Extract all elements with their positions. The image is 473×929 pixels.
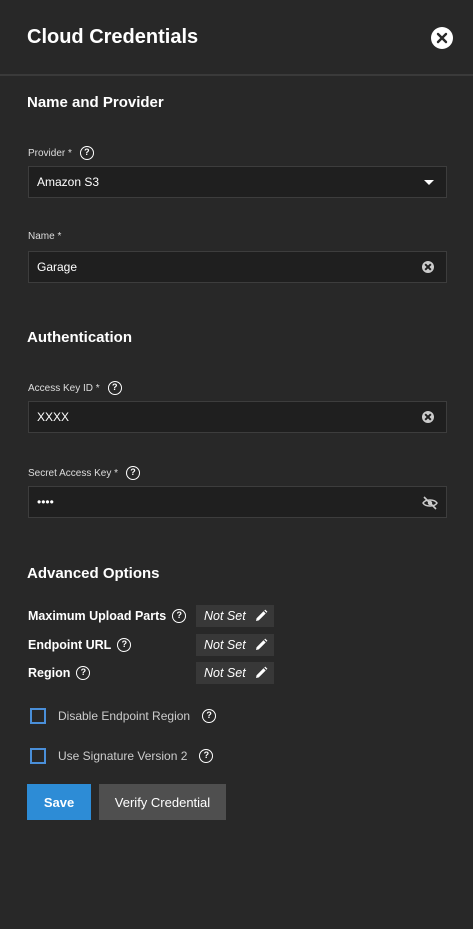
- name-label: Name *: [28, 231, 61, 242]
- provider-select[interactable]: Amazon S3: [28, 166, 447, 198]
- section-name-provider: Name and Provider: [27, 94, 164, 111]
- close-button[interactable]: [431, 27, 453, 49]
- secret-key-label-text: Secret Access Key *: [28, 467, 119, 479]
- dialog-title: Cloud Credentials: [27, 26, 199, 48]
- clear-icon[interactable]: [422, 261, 434, 273]
- adv-row-max-upload-parts: Maximum Upload Parts ?: [28, 605, 187, 627]
- checkbox-label[interactable]: Disable Endpoint Region: [58, 709, 190, 723]
- dialog-header: Cloud Credentials: [0, 0, 473, 76]
- adv-row-endpoint-url: Endpoint URL ?: [28, 634, 132, 656]
- provider-value: Amazon S3: [37, 175, 100, 189]
- section-advanced: Advanced Options: [27, 565, 160, 582]
- disable-endpoint-region-checkbox[interactable]: [30, 708, 46, 724]
- secret-key-value: ••••: [37, 495, 54, 509]
- pencil-icon: [256, 666, 268, 678]
- clear-icon[interactable]: [422, 411, 434, 423]
- help-icon[interactable]: ?: [202, 709, 217, 723]
- secret-key-label: Secret Access Key * ?: [28, 466, 141, 480]
- help-icon[interactable]: ?: [126, 466, 141, 480]
- checkbox-row-signature-v2: Use Signature Version 2 ?: [30, 747, 214, 765]
- help-icon[interactable]: ?: [117, 638, 132, 652]
- adv-row-region: Region ?: [28, 662, 91, 684]
- endpoint-url-edit[interactable]: Not Set: [196, 634, 274, 656]
- save-button[interactable]: Save: [27, 784, 91, 820]
- not-set-value: Not Set: [204, 609, 246, 623]
- checkbox-row-disable-endpoint-region: Disable Endpoint Region ?: [30, 707, 217, 725]
- name-value: Garage: [37, 260, 78, 274]
- region-edit[interactable]: Not Set: [196, 662, 274, 684]
- section-authentication: Authentication: [27, 329, 132, 346]
- access-key-value: XXXX: [37, 410, 70, 424]
- pencil-icon: [256, 638, 268, 650]
- secret-key-input[interactable]: ••••: [28, 486, 447, 518]
- provider-label-text: Provider *: [28, 147, 72, 159]
- adv-label: Maximum Upload Parts: [28, 609, 167, 623]
- name-label-text: Name *: [28, 231, 62, 242]
- help-icon[interactable]: ?: [199, 749, 214, 763]
- pencil-icon: [256, 609, 268, 621]
- verify-credential-button[interactable]: Verify Credential: [99, 784, 226, 820]
- access-key-input[interactable]: XXXX: [28, 401, 447, 433]
- not-set-value: Not Set: [204, 638, 246, 652]
- help-icon[interactable]: ?: [172, 609, 187, 623]
- help-icon[interactable]: ?: [79, 146, 94, 160]
- close-icon: [436, 32, 448, 44]
- help-icon[interactable]: ?: [107, 381, 122, 395]
- adv-label: Region: [28, 666, 71, 680]
- provider-label: Provider * ?: [28, 146, 94, 160]
- access-key-label: Access Key ID * ?: [28, 381, 122, 395]
- not-set-value: Not Set: [204, 666, 246, 680]
- use-signature-v2-checkbox[interactable]: [30, 748, 46, 764]
- help-icon[interactable]: ?: [76, 666, 91, 680]
- name-input[interactable]: Garage: [28, 251, 447, 283]
- access-key-label-text: Access Key ID *: [28, 382, 100, 394]
- adv-label: Endpoint URL: [28, 638, 112, 652]
- max-upload-parts-edit[interactable]: Not Set: [196, 605, 274, 627]
- checkbox-label[interactable]: Use Signature Version 2: [58, 749, 187, 763]
- dropdown-arrow-icon: [424, 180, 434, 185]
- visibility-off-icon[interactable]: [422, 496, 438, 510]
